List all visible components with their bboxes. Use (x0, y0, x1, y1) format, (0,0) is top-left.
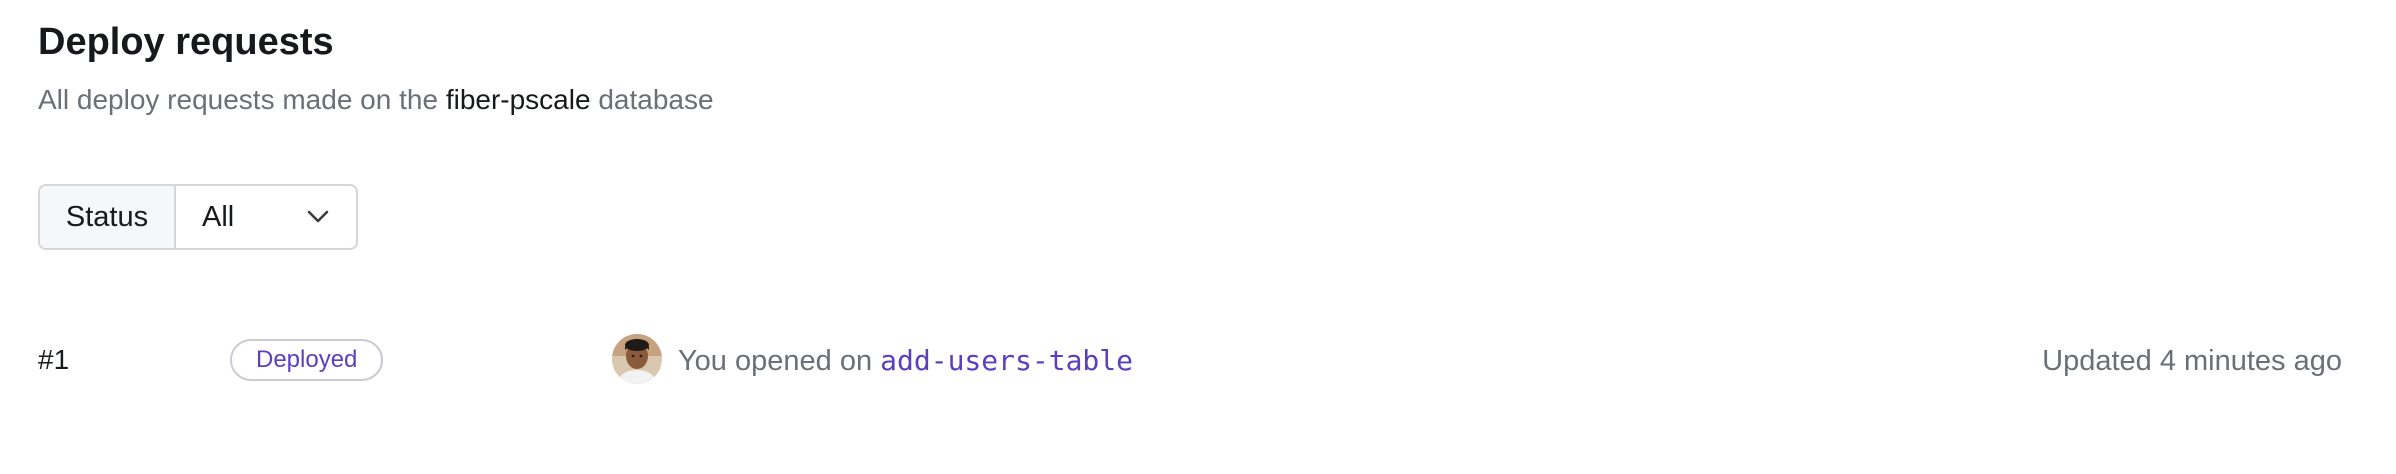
avatar (612, 334, 662, 384)
activity-prefix: You opened on (678, 345, 881, 377)
deploy-request-row[interactable]: #1 Deployed You opened on add-users-tabl… (0, 330, 2396, 390)
status-filter-label: Status (40, 186, 176, 248)
request-number: #1 (38, 344, 70, 375)
page-subtitle: All deploy requests made on the fiber-ps… (38, 80, 714, 120)
deploy-requests-page: Deploy requests All deploy requests made… (0, 0, 2396, 474)
status-filter-value: All (202, 200, 235, 233)
subtitle-suffix: database (590, 84, 714, 115)
chevron-down-icon (306, 210, 330, 224)
updated-timestamp: Updated 4 minutes ago (2042, 345, 2342, 377)
database-name: fiber-pscale (445, 84, 591, 115)
request-activity: You opened on add-users-table (678, 342, 1133, 380)
status-filter: Status All (38, 184, 358, 250)
page-title: Deploy requests (38, 21, 334, 63)
status-filter-select[interactable]: All (176, 186, 356, 248)
branch-link[interactable]: add-users-table (880, 344, 1133, 377)
status-badge: Deployed (230, 339, 384, 381)
subtitle-prefix: All deploy requests made on the (38, 84, 446, 115)
